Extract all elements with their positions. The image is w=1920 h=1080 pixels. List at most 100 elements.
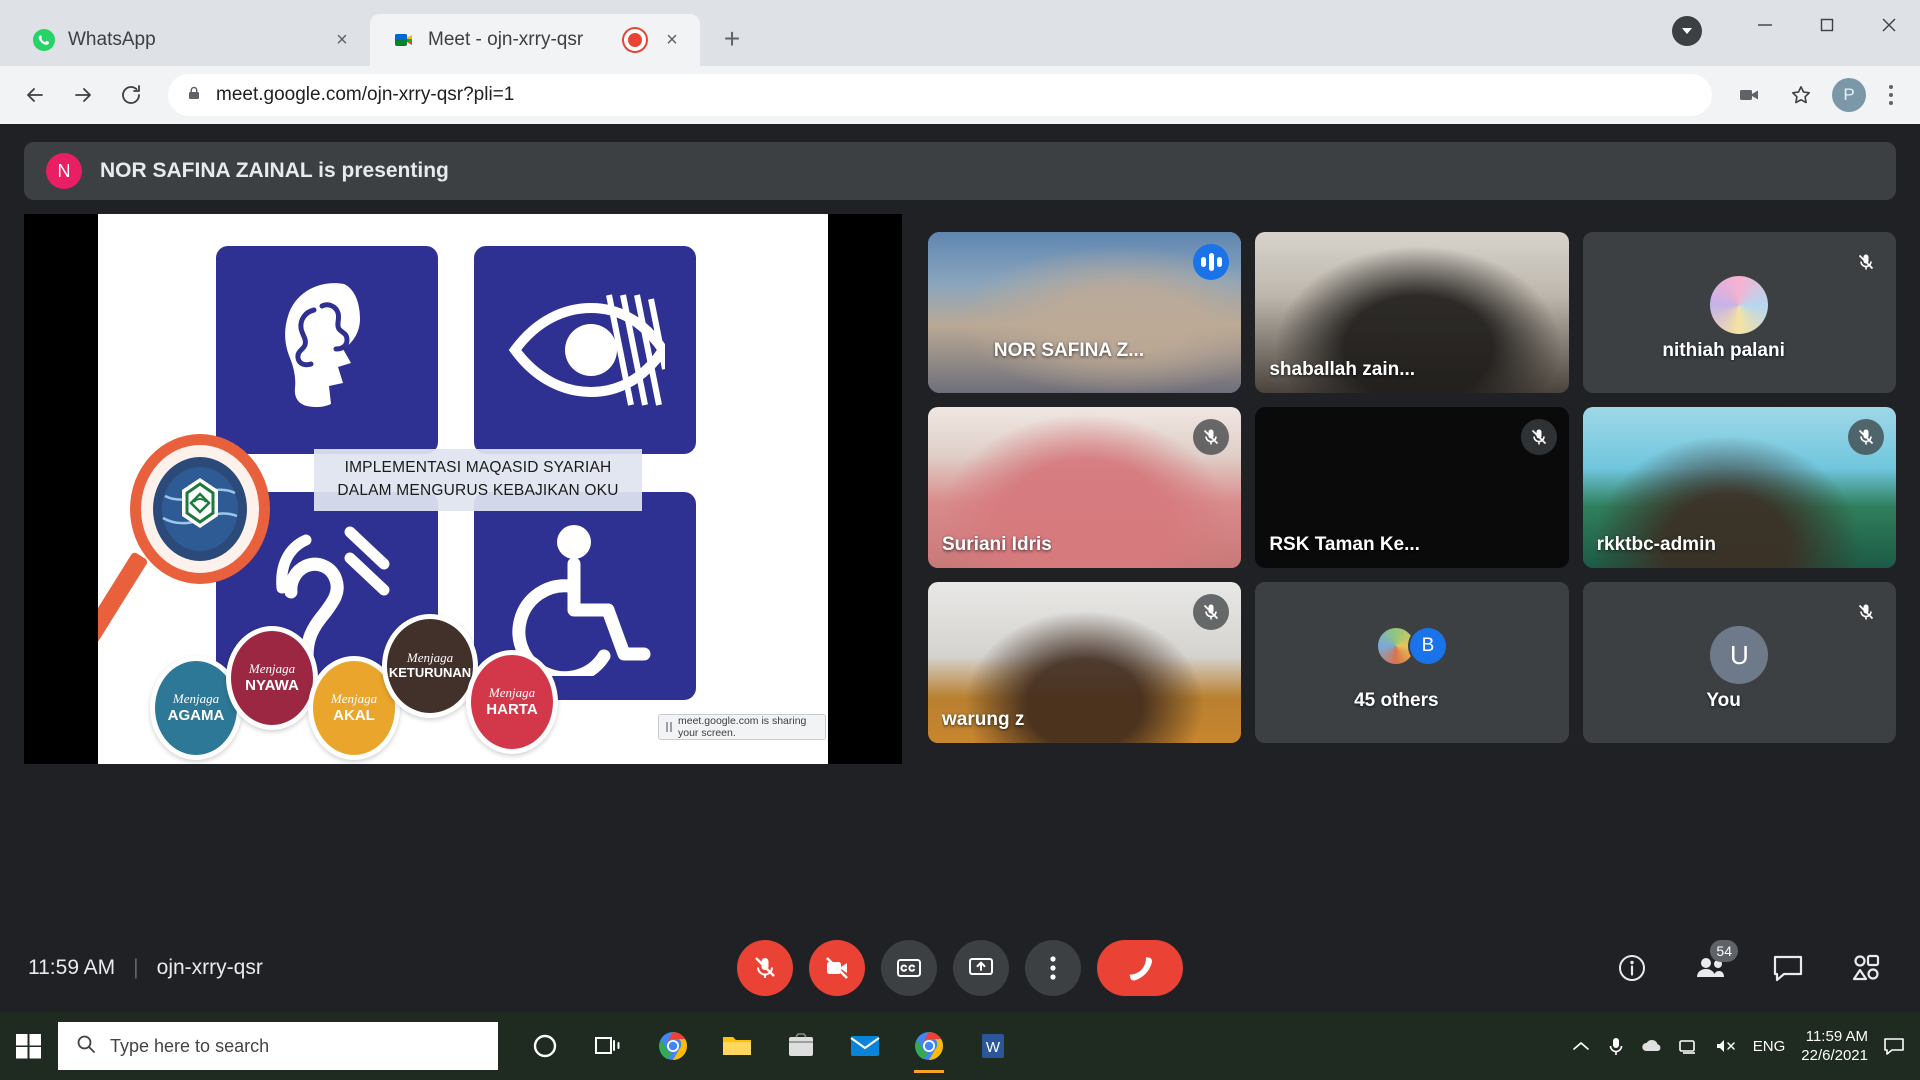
browser-tab-meet[interactable]: Meet - ojn-xrry-qsr × bbox=[370, 14, 700, 66]
clock-time: 11:59 AM bbox=[1805, 1027, 1868, 1045]
microphone-off-button[interactable] bbox=[737, 940, 793, 996]
show-everyone-button[interactable]: 54 bbox=[1684, 940, 1738, 994]
activities-button[interactable] bbox=[1840, 942, 1892, 994]
minimize-icon[interactable] bbox=[1734, 0, 1796, 50]
meet-right-controls: 54 bbox=[1606, 940, 1892, 994]
shared-screen-area[interactable]: IMPLEMENTASI MAQASID SYARIAH DALAM MENGU… bbox=[24, 214, 902, 924]
maximize-icon[interactable] bbox=[1796, 0, 1858, 50]
circle-prefix: Menjaga bbox=[172, 690, 220, 706]
window-controls bbox=[1734, 0, 1920, 50]
participant-count-badge: 54 bbox=[1710, 940, 1738, 962]
present-screen-button[interactable] bbox=[953, 940, 1009, 996]
circle-label: AKAL bbox=[333, 706, 375, 724]
volume-icon[interactable] bbox=[1715, 1038, 1737, 1054]
captions-button[interactable] bbox=[881, 940, 937, 996]
word-icon[interactable]: W bbox=[966, 1017, 1020, 1075]
microphone-icon[interactable] bbox=[1607, 1036, 1625, 1056]
meeting-stage: IMPLEMENTASI MAQASID SYARIAH DALAM MENGU… bbox=[0, 200, 1920, 924]
participant-name: shaballah zain... bbox=[1269, 359, 1416, 380]
clock-date: 22/6/2021 bbox=[1801, 1047, 1868, 1064]
language-indicator[interactable]: ENG bbox=[1753, 1038, 1786, 1055]
circle-label: HARTA bbox=[486, 700, 538, 718]
close-icon[interactable]: × bbox=[658, 26, 686, 54]
participant-tile-rkktbc-admin[interactable]: rkktbc-admin bbox=[1582, 407, 1896, 568]
search-icon bbox=[76, 1034, 96, 1059]
participant-name: Suriani Idris bbox=[942, 534, 1052, 555]
mail-icon[interactable] bbox=[838, 1017, 892, 1075]
circle-prefix: Menjaga bbox=[248, 660, 296, 676]
chrome-active-icon[interactable] bbox=[902, 1017, 956, 1075]
chrome-icon[interactable] bbox=[646, 1017, 700, 1075]
circle-prefix: Menjaga bbox=[406, 650, 454, 666]
participant-tile-shaballah[interactable]: shaballah zain... bbox=[1255, 232, 1569, 393]
browser-menu-icon[interactable] bbox=[1876, 85, 1906, 105]
address-bar[interactable]: meet.google.com/ojn-xrry-qsr?pli=1 bbox=[168, 74, 1712, 116]
start-button[interactable] bbox=[0, 1012, 58, 1080]
reload-icon[interactable] bbox=[110, 74, 152, 116]
meet-bottom-bar: 11:59 AM | ojn-xrry-qsr 54 bbox=[0, 924, 1920, 1012]
slide-title: IMPLEMENTASI MAQASID SYARIAH DALAM MENGU… bbox=[314, 449, 642, 511]
download-indicator-icon[interactable] bbox=[1672, 16, 1702, 46]
file-explorer-icon[interactable] bbox=[710, 1017, 764, 1075]
participant-tile-others[interactable]: B 45 others bbox=[1255, 582, 1569, 743]
onedrive-icon[interactable] bbox=[1641, 1038, 1663, 1054]
cortana-icon[interactable] bbox=[518, 1017, 572, 1075]
leave-call-button[interactable] bbox=[1097, 940, 1183, 996]
magnifier-graphic bbox=[98, 434, 272, 656]
address-text: meet.google.com/ojn-xrry-qsr?pli=1 bbox=[216, 84, 515, 105]
bookmark-star-icon[interactable] bbox=[1780, 74, 1822, 116]
slide-title-line-2: DALAM MENGURUS KEBAJIKAN OKU bbox=[337, 481, 619, 499]
maqasid-circles: Menjaga AGAMA Menjaga NYAWA Menjaga AKAL bbox=[150, 614, 770, 760]
network-icon[interactable] bbox=[1678, 1038, 1699, 1054]
magnifier-ring bbox=[130, 434, 270, 584]
action-center-icon[interactable] bbox=[1884, 1037, 1904, 1055]
participant-name: nithiah palani bbox=[1662, 340, 1785, 361]
microsoft-store-icon[interactable] bbox=[774, 1017, 828, 1075]
presenting-banner-text: NOR SAFINA ZAINAL is presenting bbox=[100, 159, 449, 182]
participant-tile-nithiah[interactable]: nithiah palani bbox=[1582, 232, 1896, 393]
circle-label: AGAMA bbox=[167, 706, 225, 724]
browser-tab-whatsapp[interactable]: WhatsApp × bbox=[10, 14, 370, 66]
participant-tile-you[interactable]: U You bbox=[1582, 582, 1896, 743]
avatar: B bbox=[1407, 626, 1448, 666]
forward-icon[interactable] bbox=[62, 74, 104, 116]
new-tab-button[interactable]: + bbox=[712, 19, 752, 59]
circle-prefix: Menjaga bbox=[330, 690, 378, 706]
organization-logo bbox=[153, 457, 247, 561]
slide-title-line-1: IMPLEMENTASI MAQASID SYARIAH bbox=[344, 459, 612, 476]
mic-off-icon bbox=[1520, 419, 1557, 455]
taskbar-clock[interactable]: 11:59 AM 22/6/2021 bbox=[1801, 1027, 1868, 1066]
whatsapp-icon bbox=[32, 28, 56, 52]
chat-button[interactable] bbox=[1762, 942, 1814, 994]
participant-tile-suriani[interactable]: Suriani Idris bbox=[928, 407, 1242, 568]
more-options-button[interactable] bbox=[1025, 940, 1081, 996]
meeting-time: 11:59 AM bbox=[28, 956, 116, 979]
others-avatars: B bbox=[1375, 626, 1448, 666]
back-icon[interactable] bbox=[14, 74, 56, 116]
participant-name: You bbox=[1706, 690, 1741, 711]
participant-name: rkktbc-admin bbox=[1596, 534, 1716, 555]
screen-sharing-toast: meet.google.com is sharing your screen. bbox=[658, 714, 826, 740]
participant-tile-nor-safina[interactable]: NOR SAFINA Z... bbox=[928, 232, 1242, 393]
google-meet-icon bbox=[392, 28, 416, 52]
meeting-meta: 11:59 AM | ojn-xrry-qsr bbox=[28, 956, 263, 980]
participant-tile-warung-z[interactable]: warung z bbox=[928, 582, 1242, 743]
recording-indicator-icon bbox=[624, 29, 646, 51]
maqasid-circle-keturunan: Menjaga KETURUNAN bbox=[382, 614, 478, 718]
media-camera-icon[interactable] bbox=[1728, 74, 1770, 116]
participant-name: NOR SAFINA Z... bbox=[993, 340, 1145, 361]
close-icon[interactable]: × bbox=[328, 26, 356, 54]
windows-taskbar: Type here to search W ENG 11:59 AM 22/6/… bbox=[0, 1012, 1920, 1080]
participant-tile-rsk-taman[interactable]: RSK Taman Ke... bbox=[1255, 407, 1569, 568]
close-icon[interactable] bbox=[1858, 0, 1920, 50]
sharing-indicator-icon bbox=[666, 722, 672, 732]
circle-label: KETURUNAN bbox=[388, 665, 472, 681]
presentation-slide: IMPLEMENTASI MAQASID SYARIAH DALAM MENGU… bbox=[98, 214, 828, 764]
participants-grid: NOR SAFINA Z... shaballah zain... nithia… bbox=[928, 214, 1896, 924]
search-input[interactable]: Type here to search bbox=[58, 1022, 498, 1070]
task-view-icon[interactable] bbox=[582, 1017, 636, 1075]
show-hidden-icons-chevron-icon[interactable] bbox=[1571, 1039, 1591, 1053]
profile-avatar[interactable]: P bbox=[1832, 78, 1866, 112]
meeting-details-button[interactable] bbox=[1606, 942, 1658, 994]
camera-off-button[interactable] bbox=[809, 940, 865, 996]
